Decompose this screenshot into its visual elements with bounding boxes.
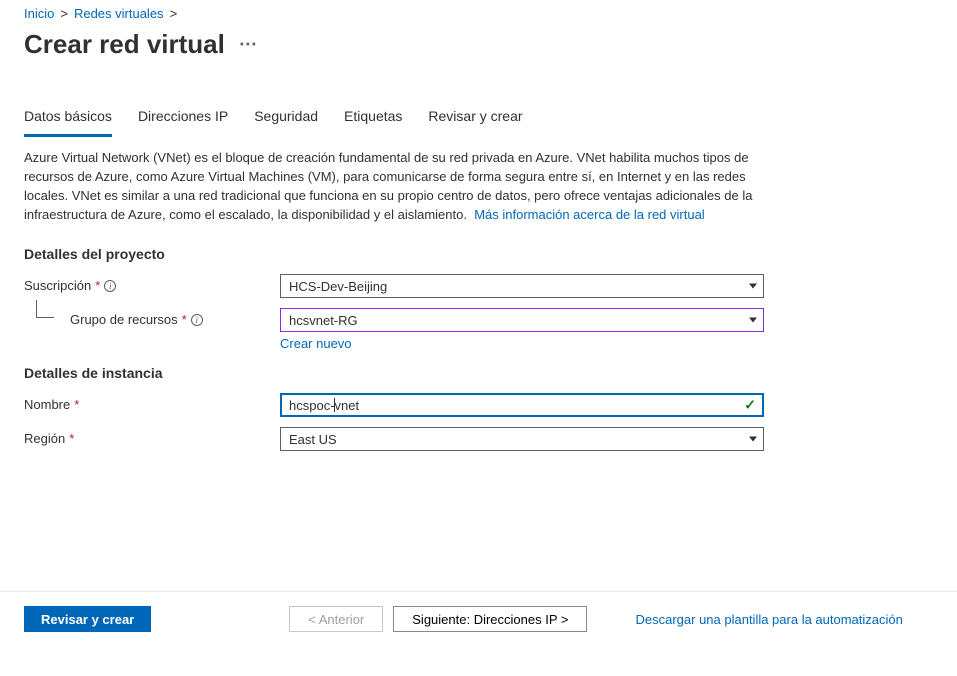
resource-group-label: Grupo de recursos * i	[24, 308, 280, 327]
next-button[interactable]: Siguiente: Direcciones IP >	[393, 606, 587, 632]
download-template-link[interactable]: Descargar una plantilla para la automati…	[635, 612, 902, 627]
required-icon: *	[95, 278, 100, 293]
chevron-right-icon: >	[60, 6, 68, 21]
section-instance-details: Detalles de instancia	[24, 365, 933, 381]
subscription-select[interactable]: HCS-Dev-Beijing	[280, 274, 764, 298]
page-title: Crear red virtual	[24, 29, 225, 60]
chevron-down-icon	[749, 437, 757, 442]
review-create-button[interactable]: Revisar y crear	[24, 606, 151, 632]
breadcrumb-home[interactable]: Inicio	[24, 6, 54, 21]
check-icon: ✓	[744, 397, 756, 414]
required-icon: *	[182, 312, 187, 327]
chevron-down-icon	[749, 284, 757, 289]
name-label: Nombre *	[24, 393, 280, 412]
more-icon[interactable]: ⋯	[239, 34, 258, 55]
region-label: Región *	[24, 427, 280, 446]
page-title-row: Crear red virtual ⋯	[24, 29, 933, 60]
create-new-link[interactable]: Crear nuevo	[280, 336, 352, 351]
breadcrumb-vnets[interactable]: Redes virtuales	[74, 6, 164, 21]
info-icon[interactable]: i	[104, 280, 116, 292]
breadcrumb: Inicio > Redes virtuales >	[24, 6, 933, 21]
tab-tags[interactable]: Etiquetas	[344, 102, 402, 137]
tabs: Datos básicos Direcciones IP Seguridad E…	[24, 102, 933, 137]
footer: Revisar y crear < Anterior Siguiente: Di…	[0, 591, 957, 676]
tab-ip-addresses[interactable]: Direcciones IP	[138, 102, 228, 137]
section-project-details: Detalles del proyecto	[24, 246, 933, 262]
tab-basics[interactable]: Datos básicos	[24, 102, 112, 137]
region-select[interactable]: East US	[280, 427, 764, 451]
tab-review-create[interactable]: Revisar y crear	[428, 102, 522, 137]
info-icon[interactable]: i	[191, 314, 203, 326]
resource-group-select[interactable]: hcsvnet-RG	[280, 308, 764, 332]
required-icon: *	[69, 431, 74, 446]
learn-more-link[interactable]: Más información acerca de la red virtual	[474, 207, 705, 222]
name-input[interactable]: hcspoc-vnet ✓	[280, 393, 764, 417]
chevron-down-icon	[749, 318, 757, 323]
tab-security[interactable]: Seguridad	[254, 102, 318, 137]
description: Azure Virtual Network (VNet) es el bloqu…	[24, 149, 784, 224]
required-icon: *	[74, 397, 79, 412]
previous-button: < Anterior	[289, 606, 383, 632]
chevron-right-icon: >	[170, 6, 178, 21]
subscription-label: Suscripción * i	[24, 274, 280, 293]
